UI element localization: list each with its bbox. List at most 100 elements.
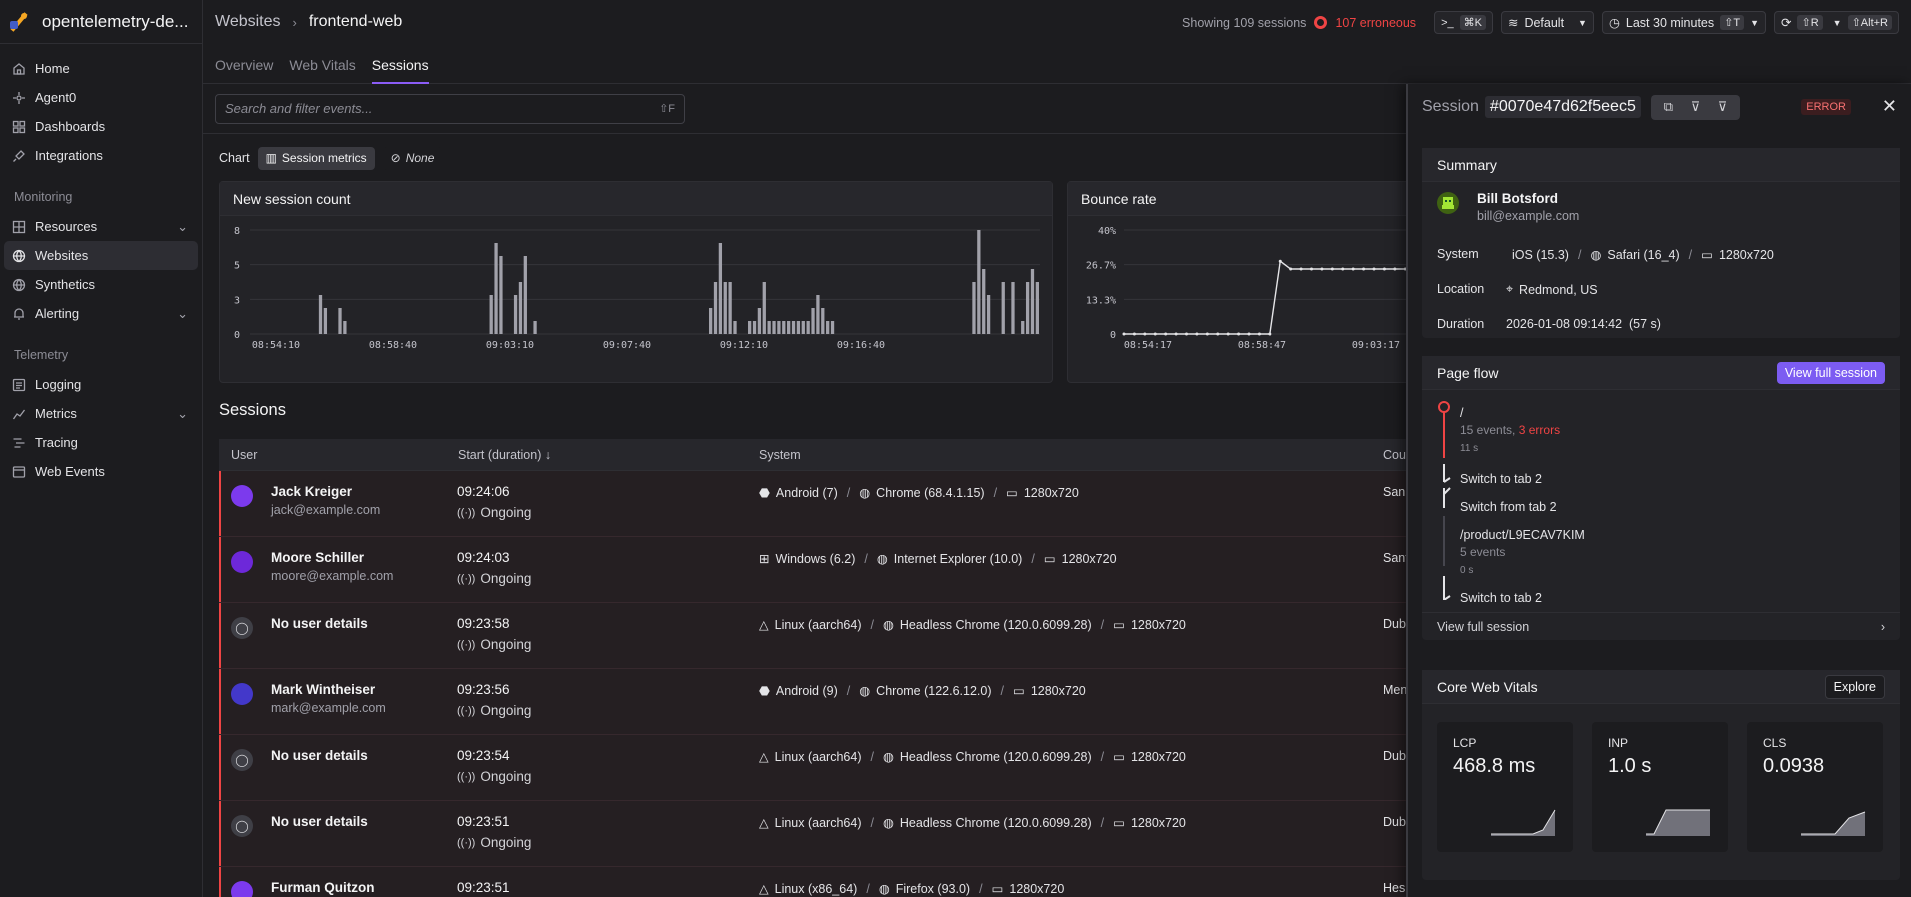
session-id[interactable]: #0070e47d62f5eec5	[1484, 96, 1641, 118]
user-icon: ◯	[235, 819, 249, 833]
plug-icon	[12, 149, 26, 163]
bar	[733, 321, 737, 334]
user-icon: ◯	[235, 753, 249, 767]
close-icon[interactable]: ✕	[1882, 96, 1897, 117]
flow-page-product[interactable]: /product/L9ECAV7KIM 5 events 0 s	[1460, 528, 1585, 576]
tab-web-vitals[interactable]: Web Vitals	[289, 57, 355, 83]
erroneous-count[interactable]: 107 erroneous	[1335, 16, 1416, 30]
filter-out-icon[interactable]: ⊽	[1709, 98, 1736, 117]
time-range-select[interactable]: ◷ Last 30 minutes ⇧T ▼	[1601, 11, 1766, 34]
country-cell: Dubl	[1383, 815, 1409, 829]
col-system[interactable]: System	[759, 448, 801, 462]
brand[interactable]: opentelemetry-de...	[0, 0, 202, 44]
filter-in-icon[interactable]: ⊽	[1682, 98, 1709, 117]
bar	[1035, 282, 1039, 334]
start-time: 09:23:56	[457, 682, 510, 697]
browser-text: Chrome (122.6.12.0)	[876, 683, 992, 698]
session-metrics-chip[interactable]: ▥ Session metrics	[257, 146, 375, 170]
col-start[interactable]: Start (duration) ↓	[458, 448, 551, 462]
chevron-down-icon[interactable]: ⌄	[177, 306, 188, 322]
vital-inp[interactable]: INP 1.0 s	[1592, 722, 1728, 852]
search-placeholder: Search and filter events...	[225, 101, 373, 116]
tab-sessions[interactable]: Sessions	[371, 57, 429, 84]
flow-events: 5 events	[1460, 545, 1506, 559]
browser-text: Firefox (93.0)	[895, 881, 971, 896]
ongoing-icon: ((·))	[457, 572, 476, 585]
col-user[interactable]: User	[231, 448, 257, 462]
bar	[489, 295, 493, 334]
country-cell: Sant	[1383, 551, 1409, 565]
bar	[494, 243, 498, 334]
x-tick-label: 09:12:10	[720, 340, 768, 351]
avatar: ◯	[231, 749, 253, 771]
browser-icon: ◍	[859, 486, 871, 500]
duration-text: Ongoing	[480, 505, 532, 520]
start-cell: 09:23:54 ((·)) Ongoing	[457, 748, 531, 784]
col-start-label: Start (duration)	[458, 447, 542, 462]
y-tick-label: 13.3%	[1086, 295, 1116, 306]
breadcrumb-websites[interactable]: Websites	[215, 13, 281, 31]
data-point	[1164, 332, 1168, 336]
vital-cls[interactable]: CLS 0.0938	[1747, 722, 1883, 852]
bar	[791, 321, 796, 334]
environment-value: Default	[1524, 15, 1565, 30]
user-cell: Moore Schiller moore@example.com	[271, 550, 393, 583]
separator: /	[870, 749, 874, 764]
none-chip[interactable]: ⊘ None	[382, 146, 443, 170]
search-input[interactable]: Search and filter events... ⇧F	[215, 93, 685, 124]
flow-event[interactable]: Switch to tab 2	[1460, 472, 1542, 486]
trace-icon	[12, 436, 26, 450]
tabs: Overview Web Vitals Sessions	[203, 44, 1911, 84]
copy-icon[interactable]: ⧉	[1655, 98, 1682, 117]
separator: /	[993, 485, 998, 500]
data-point	[1299, 267, 1303, 271]
chevron-down-icon[interactable]: ⌄	[177, 406, 188, 422]
arrow-down-icon: ↓	[544, 447, 552, 462]
refresh-button[interactable]: ⟳ ⇧R ▼ ⇧Alt+R	[1774, 11, 1899, 34]
nav-item-logging[interactable]: Logging	[4, 370, 198, 399]
browser-icon: ◍	[859, 684, 871, 698]
user-cell: No user details	[271, 814, 368, 833]
flow-event[interactable]: Switch from tab 2	[1460, 500, 1557, 514]
environment-select[interactable]: ≋ Default ▼	[1500, 11, 1594, 34]
nav-item-agent0[interactable]: Agent0	[4, 83, 198, 112]
view-full-session-link[interactable]: View full session ›	[1422, 612, 1900, 640]
nav-item-tracing[interactable]: Tracing	[4, 428, 198, 457]
vital-lcp[interactable]: LCP 468.8 ms	[1437, 722, 1573, 852]
bar-chart-icon: ▥	[265, 151, 277, 165]
nav-label-integrations: Integrations	[35, 148, 103, 163]
data-point	[1195, 332, 1199, 336]
linux-icon: △	[759, 882, 769, 896]
nav-item-home[interactable]: Home	[4, 54, 198, 83]
duration-text: Ongoing	[480, 637, 532, 652]
nav-item-dashboards[interactable]: Dashboards	[4, 112, 198, 141]
command-button[interactable]: >_ ⌘K	[1434, 11, 1493, 34]
data-point	[1341, 267, 1345, 271]
nav-item-web-events[interactable]: Web Events	[4, 457, 198, 486]
nav: Home Agent0 Dashboards Integrations Moni…	[0, 44, 202, 496]
avatar	[1437, 192, 1459, 214]
nav-item-integrations[interactable]: Integrations	[4, 141, 198, 170]
data-point	[1216, 332, 1220, 336]
tab-overview[interactable]: Overview	[215, 57, 273, 83]
separator: /	[866, 881, 870, 896]
os-text: Windows (6.2)	[775, 551, 856, 566]
explore-button[interactable]: Explore	[1824, 674, 1885, 699]
bar	[1001, 282, 1005, 334]
android-icon: ⬣	[759, 684, 770, 698]
nav-item-metrics[interactable]: Metrics ⌄	[4, 399, 198, 428]
separator: /	[864, 551, 868, 566]
nav-item-websites[interactable]: Websites	[4, 241, 198, 270]
bar	[816, 295, 820, 334]
flow-event[interactable]: Switch to tab 2	[1460, 591, 1542, 605]
bell-icon	[12, 307, 26, 321]
system-resolution: 1280x720	[1718, 247, 1774, 262]
nav-item-alerting[interactable]: Alerting ⌄	[4, 299, 198, 328]
view-full-session-button[interactable]: View full session	[1776, 361, 1885, 384]
bar	[801, 321, 805, 334]
chevron-down-icon[interactable]: ⌄	[177, 219, 188, 235]
status-badge: ERROR	[1801, 99, 1851, 115]
nav-item-resources[interactable]: Resources ⌄	[4, 212, 198, 241]
flow-page-root[interactable]: / 15 events, 3 errors 11 s	[1460, 406, 1560, 454]
nav-item-synthetics[interactable]: Synthetics	[4, 270, 198, 299]
